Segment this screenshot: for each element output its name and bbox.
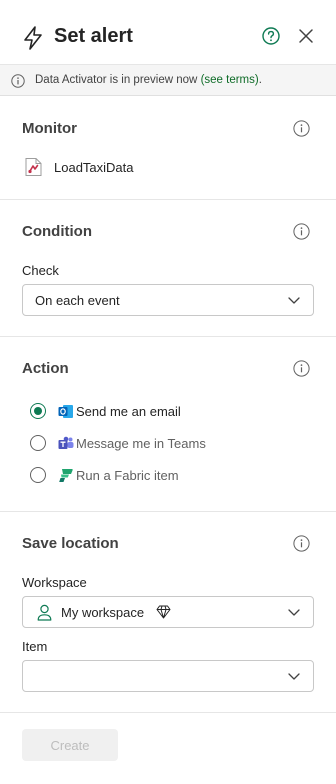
fabric-icon	[59, 469, 73, 482]
banner-period: .	[258, 74, 262, 86]
email-option-label: Send me an email	[76, 404, 181, 419]
lightning-bolt-icon	[24, 26, 42, 50]
person-icon	[37, 604, 52, 621]
panel-header: Set alert	[0, 0, 336, 64]
email-radio[interactable]	[30, 403, 46, 419]
fabric-option-label: Run a Fabric item	[76, 468, 179, 483]
item-label: Item	[22, 639, 48, 654]
teams-radio[interactable]	[30, 435, 46, 451]
condition-heading: Condition	[22, 223, 92, 240]
workspace-label: Workspace	[22, 575, 87, 590]
save-location-heading: Save location	[22, 535, 119, 552]
banner-text: Data Activator is in preview now (see te…	[35, 74, 262, 86]
chevron-down-icon	[288, 673, 300, 680]
action-option-teams[interactable]: Message me in Teams	[30, 433, 280, 453]
action-option-email[interactable]: Send me an email	[30, 401, 280, 421]
check-label: Check	[22, 263, 59, 278]
teams-icon	[58, 436, 74, 449]
check-dropdown[interactable]: On each event	[22, 284, 314, 316]
section-divider	[0, 712, 336, 713]
outlook-icon	[58, 405, 73, 418]
banner-message: Data Activator is in preview now	[35, 74, 198, 86]
fabric-radio[interactable]	[30, 467, 46, 483]
chevron-down-icon	[288, 297, 300, 304]
diamond-icon	[156, 605, 171, 619]
see-terms-link[interactable]: (see terms)	[201, 74, 259, 86]
monitor-info-icon[interactable]	[293, 120, 310, 137]
action-option-fabric[interactable]: Run a Fabric item	[30, 465, 280, 485]
info-icon	[11, 74, 25, 88]
action-heading: Action	[22, 360, 69, 377]
preview-banner: Data Activator is in preview now (see te…	[0, 64, 336, 96]
teams-option-label: Message me in Teams	[76, 436, 206, 451]
workspace-dropdown-value: My workspace	[61, 605, 145, 620]
report-item-icon	[25, 158, 42, 176]
section-divider	[0, 336, 336, 337]
panel-title: Set alert	[54, 25, 133, 47]
check-dropdown-value: On each event	[35, 293, 120, 308]
create-button[interactable]: Create	[22, 729, 118, 761]
close-icon[interactable]	[298, 28, 314, 44]
help-icon[interactable]	[262, 27, 280, 45]
action-info-icon[interactable]	[293, 360, 310, 377]
monitor-heading: Monitor	[22, 120, 77, 137]
workspace-dropdown[interactable]: My workspace	[22, 596, 314, 628]
monitored-item-name: LoadTaxiData	[54, 160, 134, 175]
save-location-info-icon[interactable]	[293, 535, 310, 552]
item-dropdown[interactable]	[22, 660, 314, 692]
section-divider	[0, 511, 336, 512]
condition-info-icon[interactable]	[293, 223, 310, 240]
section-divider	[0, 199, 336, 200]
chevron-down-icon	[288, 609, 300, 616]
